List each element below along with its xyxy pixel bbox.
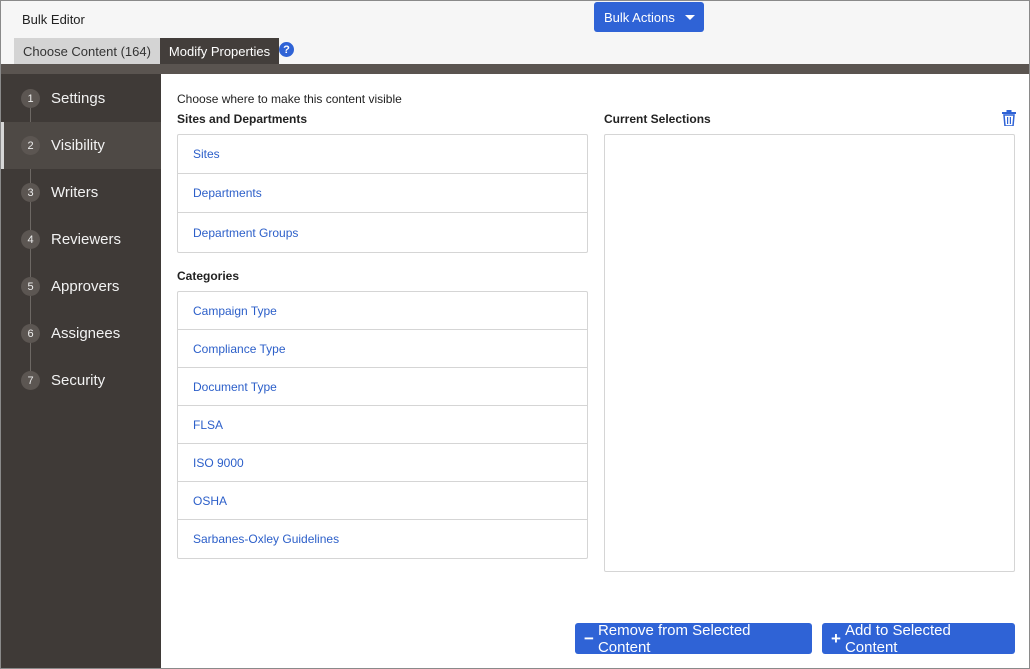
list-item-iso-9000[interactable]: ISO 9000	[178, 444, 587, 482]
step-sidebar: 1 Settings 2 Visibility 3 Writers 4 Revi…	[1, 74, 161, 668]
bulk-actions-button[interactable]: Bulk Actions	[594, 2, 704, 32]
list-item-sites[interactable]: Sites	[178, 135, 587, 174]
sidebar-step-reviewers[interactable]: 4 Reviewers	[1, 216, 161, 263]
bulk-actions-label: Bulk Actions	[604, 9, 675, 25]
app-title: Bulk Editor	[22, 12, 85, 27]
sidebar-step-settings[interactable]: 1 Settings	[1, 75, 161, 122]
list-item-compliance-type[interactable]: Compliance Type	[178, 330, 587, 368]
list-item-osha[interactable]: OSHA	[178, 482, 587, 520]
tab-bar: Choose Content (164) Modify Properties	[14, 38, 280, 64]
tab-modify-properties[interactable]: Modify Properties	[159, 38, 280, 64]
sidebar-step-assignees[interactable]: 6 Assignees	[1, 310, 161, 357]
step-label: Settings	[51, 90, 106, 107]
sites-section-title: Sites and Departments	[177, 112, 308, 126]
step-label: Security	[51, 372, 106, 389]
step-label: Writers	[51, 184, 99, 201]
caret-down-icon	[685, 14, 695, 20]
minus-icon: −	[584, 629, 594, 648]
sidebar-step-visibility[interactable]: 2 Visibility	[1, 122, 161, 169]
visibility-panel: Choose where to make this content visibl…	[161, 74, 1029, 668]
header-divider-bar	[1, 64, 1029, 74]
current-selections-title: Current Selections	[604, 112, 711, 126]
step-number: 5	[21, 277, 40, 296]
remove-button-label: Remove from Selected Content	[597, 621, 751, 656]
header: Bulk Editor Bulk Actions Choose Content …	[1, 1, 1029, 64]
current-selections-box[interactable]	[604, 134, 1015, 572]
step-label: Assignees	[51, 325, 121, 342]
list-item-flsa[interactable]: FLSA	[178, 406, 587, 444]
bulk-actions-dropdown-toggle[interactable]	[676, 2, 704, 32]
trash-icon[interactable]	[1002, 110, 1016, 126]
bulk-editor-window: Bulk Editor Bulk Actions Choose Content …	[0, 0, 1030, 669]
categories-section-title: Categories	[177, 269, 240, 283]
step-label: Visibility	[51, 137, 105, 154]
sites-list: Sites Departments Department Groups	[177, 134, 588, 253]
step-number: 7	[21, 371, 40, 390]
add-to-selected-content-button[interactable]: + Add to Selected Content	[822, 621, 1015, 656]
step-number: 3	[21, 183, 40, 202]
remove-from-selected-content-button[interactable]: − Remove from Selected Content	[575, 621, 812, 656]
plus-icon: +	[831, 629, 841, 648]
list-item-document-type[interactable]: Document Type	[178, 368, 587, 406]
add-button-label: Add to Selected Content	[844, 621, 951, 656]
step-label: Reviewers	[51, 231, 122, 248]
list-item-sarbanes-oxley[interactable]: Sarbanes-Oxley Guidelines	[178, 520, 587, 558]
sidebar-step-writers[interactable]: 3 Writers	[1, 169, 161, 216]
step-number: 6	[21, 324, 40, 343]
list-item-campaign-type[interactable]: Campaign Type	[178, 292, 587, 330]
step-number: 4	[21, 230, 40, 249]
list-item-departments[interactable]: Departments	[178, 174, 587, 213]
step-number: 1	[21, 89, 40, 108]
sidebar-step-security[interactable]: 7 Security	[1, 357, 161, 404]
sidebar-step-approvers[interactable]: 5 Approvers	[1, 263, 161, 310]
tab-choose-content[interactable]: Choose Content (164)	[14, 38, 160, 64]
categories-list: Campaign Type Compliance Type Document T…	[177, 291, 588, 559]
step-label: Approvers	[51, 278, 120, 295]
step-number: 2	[21, 136, 40, 155]
list-item-department-groups[interactable]: Department Groups	[178, 213, 587, 252]
question-circle-icon[interactable]: ?	[279, 42, 294, 57]
panel-intro: Choose where to make this content visibl…	[177, 92, 402, 106]
